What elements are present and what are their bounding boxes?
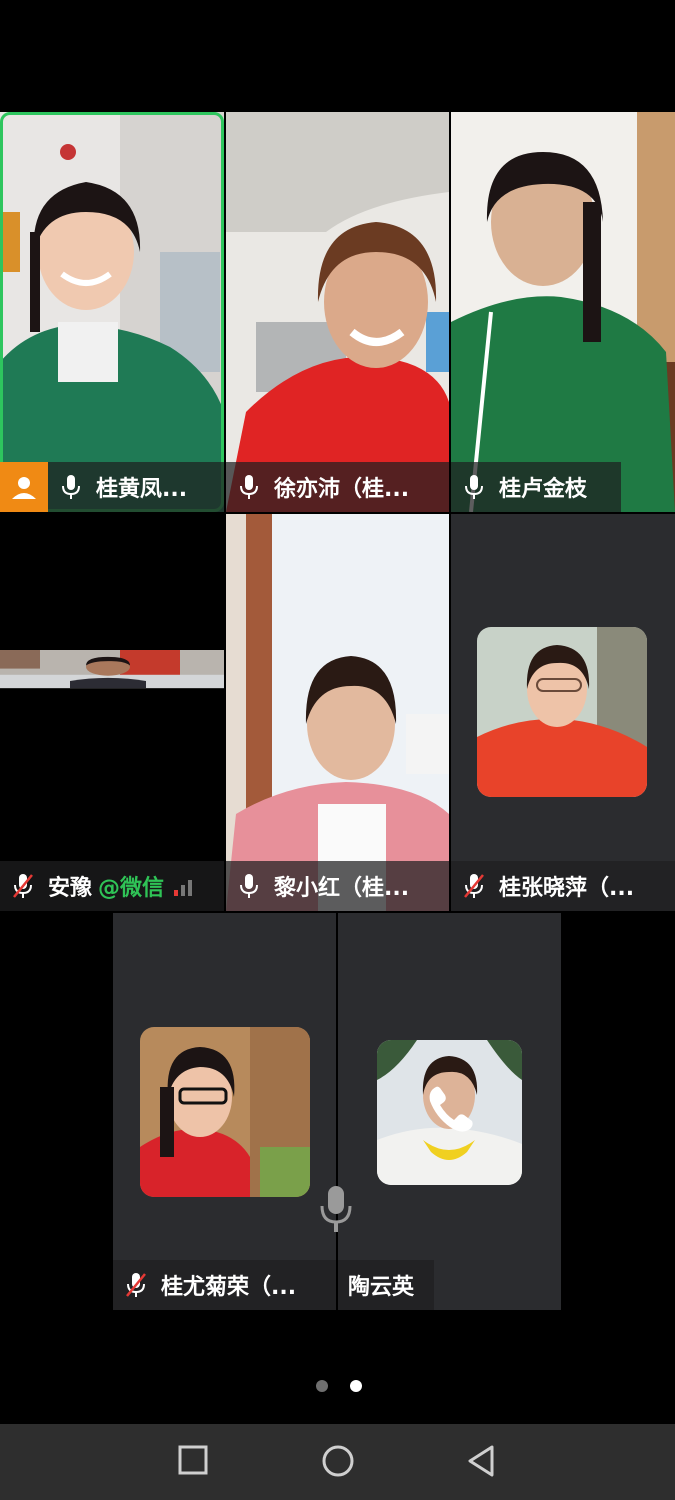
signal-icon	[174, 876, 193, 896]
participant-label: 黎小红（桂...	[226, 861, 449, 911]
system-navigation-bar	[0, 1424, 675, 1500]
phone-icon	[422, 1083, 478, 1139]
mic-muted-icon	[126, 1273, 146, 1297]
active-speaker-border	[0, 112, 224, 512]
mic-icon	[62, 475, 80, 499]
mic-muted-icon	[13, 874, 33, 898]
wechat-tag: @微信	[98, 876, 165, 901]
participant-tile-6[interactable]: 桂张晓萍（...	[451, 514, 675, 911]
participant-tile-8[interactable]: 陶云英	[338, 913, 561, 1310]
participant-video	[0, 650, 224, 689]
participant-name: 桂黄凤...	[96, 477, 188, 502]
host-icon	[0, 462, 48, 512]
participant-label: 安豫 @微信	[0, 861, 224, 911]
participant-name: 安豫	[48, 876, 93, 901]
participant-label: 桂尤菊荣（...	[113, 1260, 336, 1310]
back-triangle-icon[interactable]	[465, 1444, 497, 1478]
participant-video	[226, 112, 449, 512]
participant-tile-1[interactable]: 桂黄凤...	[0, 112, 224, 512]
participant-label: 桂卢金枝	[451, 462, 621, 512]
participant-label: 桂黄凤...	[0, 462, 224, 512]
mic-muted-icon	[464, 874, 484, 898]
participant-label: 陶云英	[338, 1260, 434, 1310]
participant-video	[226, 514, 449, 911]
participant-tile-7[interactable]: 桂尤菊荣（...	[113, 913, 336, 1310]
floating-mic-icon	[318, 1184, 354, 1234]
participant-name: 陶云英	[348, 1275, 415, 1300]
participant-name: 桂尤菊荣（...	[161, 1275, 297, 1300]
mic-icon	[240, 874, 258, 898]
page-dot-2[interactable]	[350, 1380, 362, 1392]
page-indicator[interactable]	[316, 1380, 362, 1392]
square-nav-icon[interactable]	[177, 1444, 209, 1476]
mic-icon	[465, 475, 483, 499]
participant-name: 桂张晓萍（...	[499, 876, 635, 901]
avatar	[477, 627, 647, 797]
participant-tile-4[interactable]: 安豫 @微信	[0, 514, 224, 911]
mic-icon	[240, 475, 258, 499]
participant-label: 徐亦沛（桂...	[226, 462, 449, 512]
participant-name: 桂卢金枝	[499, 477, 588, 502]
participant-tile-5[interactable]: 黎小红（桂...	[226, 514, 449, 911]
participant-tile-2[interactable]: 徐亦沛（桂...	[226, 112, 449, 512]
circle-nav-icon[interactable]	[321, 1444, 355, 1478]
avatar	[140, 1027, 310, 1197]
participant-video	[451, 112, 675, 512]
participant-label: 桂张晓萍（...	[451, 861, 675, 911]
participant-name: 黎小红（桂...	[274, 876, 410, 901]
page-dot-1[interactable]	[316, 1380, 328, 1392]
participant-name: 徐亦沛（桂...	[274, 477, 410, 502]
participant-tile-3[interactable]: 桂卢金枝	[451, 112, 675, 512]
